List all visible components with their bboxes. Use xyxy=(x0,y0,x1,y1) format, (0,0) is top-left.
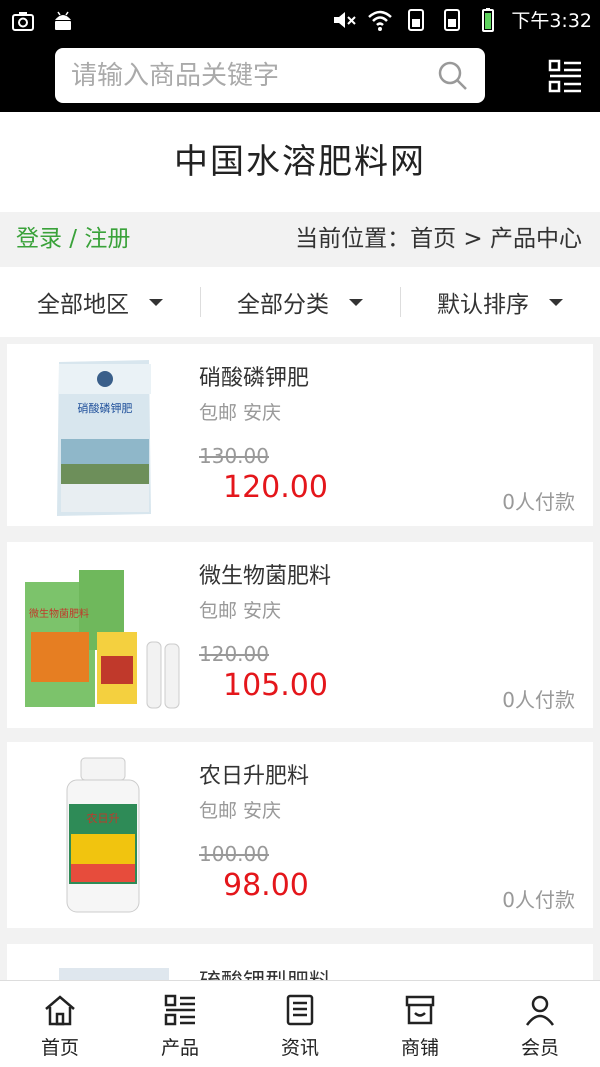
product-image[interactable]: 微生物菌肥料 xyxy=(19,552,184,717)
shop-icon xyxy=(405,995,435,1025)
caret-down-icon xyxy=(549,298,563,306)
filter-category[interactable]: 全部分类 xyxy=(200,267,400,337)
search-header xyxy=(0,40,600,112)
filter-bar: 全部地区 全部分类 默认排序 xyxy=(0,267,600,337)
screenshot-icon xyxy=(12,12,34,31)
product-tag: 包邮 安庆 xyxy=(199,600,282,622)
search-box[interactable] xyxy=(55,48,485,103)
sim2-icon xyxy=(444,8,461,31)
breadcrumb: 登录 / 注册 当前位置：首页 > 产品中心 xyxy=(0,212,600,267)
product-name[interactable]: 微生物菌肥料 xyxy=(199,558,331,590)
status-bar: 下午3:32 xyxy=(0,0,600,40)
filter-category-label: 全部分类 xyxy=(237,292,329,318)
wifi-icon xyxy=(368,10,393,31)
search-icon[interactable] xyxy=(437,60,469,92)
nav-products[interactable]: 产品 xyxy=(120,981,240,1067)
home-icon xyxy=(45,995,75,1026)
sim1-icon xyxy=(408,8,425,31)
nav-shops-label: 商铺 xyxy=(400,1037,439,1059)
nav-member-label: 会员 xyxy=(520,1037,559,1059)
product-image-label: 农日升 xyxy=(87,811,120,825)
nav-news[interactable]: 资讯 xyxy=(240,981,360,1067)
original-price: 120.00 xyxy=(199,642,269,666)
nav-news-label: 资讯 xyxy=(280,1037,319,1059)
products-grid-icon xyxy=(164,994,195,1026)
login-register-link[interactable]: 登录 / 注册 xyxy=(16,212,130,267)
status-time: 下午3:32 xyxy=(511,10,592,32)
original-price: 100.00 xyxy=(199,842,269,866)
news-icon xyxy=(286,994,314,1026)
product-name[interactable]: 硝酸磷钾肥 xyxy=(199,360,309,392)
caret-down-icon xyxy=(149,298,163,306)
original-price: 130.00 xyxy=(199,444,269,468)
product-image[interactable]: 硝酸磷钾肥 xyxy=(19,354,184,519)
filter-region-label: 全部地区 xyxy=(37,292,129,318)
sold-count: 0人付款 xyxy=(502,888,575,912)
android-icon xyxy=(55,11,71,30)
filter-sort[interactable]: 默认排序 xyxy=(400,267,600,337)
nav-home-label: 首页 xyxy=(40,1037,79,1059)
sale-price: 105.00 xyxy=(223,668,328,703)
product-card[interactable]: 硝酸磷钾肥 硝酸磷钾肥 包邮 安庆 130.00 120.00 0人付款 xyxy=(7,344,593,526)
bottom-nav: 首页 产品 资讯 商铺 会员 xyxy=(0,980,600,1067)
mute-icon xyxy=(334,11,357,28)
filter-sort-label: 默认排序 xyxy=(437,292,529,318)
product-card[interactable]: 微生物菌肥料 微生物菌肥料 包邮 安庆 120.00 105.00 0人付款 xyxy=(7,542,593,728)
sold-count: 0人付款 xyxy=(502,490,575,514)
nav-shops[interactable]: 商铺 xyxy=(360,981,480,1067)
site-title: 中国水溶肥料网 xyxy=(0,112,600,212)
sale-price: 120.00 xyxy=(223,470,328,505)
battery-icon xyxy=(482,7,495,32)
product-tag: 包邮 安庆 xyxy=(199,402,282,424)
nav-products-label: 产品 xyxy=(160,1037,199,1059)
user-icon xyxy=(525,995,555,1026)
sold-count: 0人付款 xyxy=(502,688,575,712)
product-name[interactable]: 农日升肥料 xyxy=(199,758,309,790)
filter-region[interactable]: 全部地区 xyxy=(0,267,200,337)
product-image-label: 微生物菌肥料 xyxy=(29,607,89,620)
search-input[interactable] xyxy=(71,48,411,103)
product-card[interactable]: 农日升 农日升肥料 包邮 安庆 100.00 98.00 0人付款 xyxy=(7,742,593,928)
nav-home[interactable]: 首页 xyxy=(0,981,120,1067)
category-menu-icon[interactable] xyxy=(548,59,582,93)
product-tag: 包邮 安庆 xyxy=(199,800,282,822)
nav-member[interactable]: 会员 xyxy=(480,981,600,1067)
product-image-label: 硝酸磷钾肥 xyxy=(78,401,133,415)
current-location: 当前位置：首页 > 产品中心 xyxy=(295,226,582,252)
caret-down-icon xyxy=(349,298,363,306)
product-image[interactable]: 农日升 xyxy=(19,752,184,917)
sale-price: 98.00 xyxy=(223,868,309,903)
